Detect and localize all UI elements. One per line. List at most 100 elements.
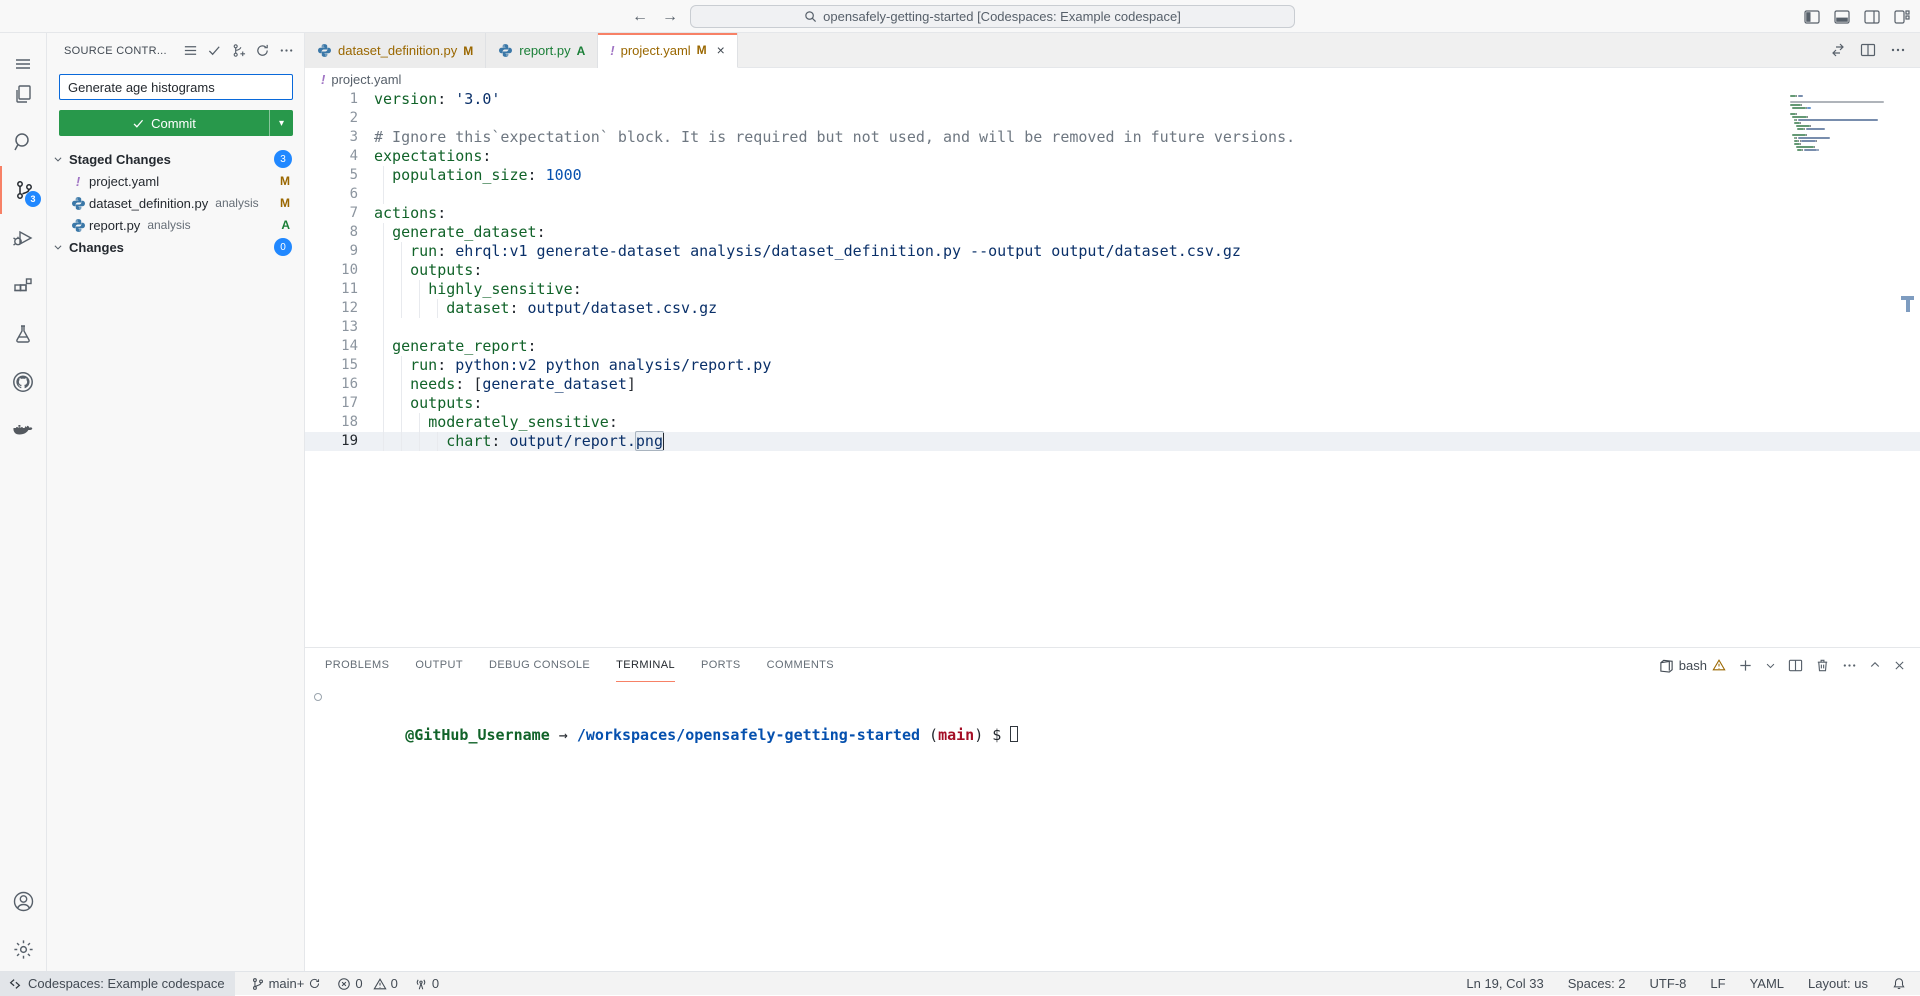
code-line[interactable]: 17 outputs: <box>305 394 1920 413</box>
code-line[interactable]: 18 moderately_sensitive: <box>305 413 1920 432</box>
commit-message-input[interactable] <box>59 74 293 100</box>
scm-file-row[interactable]: ! project.yaml M <box>47 170 304 192</box>
panel-tab-debug-console[interactable]: DEBUG CONSOLE <box>489 648 590 682</box>
code-line[interactable]: 1version: '3.0' <box>305 90 1920 109</box>
branch-status-item[interactable]: main+ <box>251 976 322 991</box>
open-changes-icon[interactable] <box>1830 42 1846 58</box>
terminal-toolbar: bash <box>1659 648 1906 682</box>
notifications-bell-icon[interactable] <box>1892 977 1906 991</box>
line-number: 14 <box>305 337 358 356</box>
language-mode-status-item[interactable]: YAML <box>1750 976 1784 991</box>
panel-tab-output[interactable]: OUTPUT <box>415 648 463 682</box>
breadcrumb[interactable]: ! project.yaml <box>305 68 1920 90</box>
cursor-position-status-item[interactable]: Ln 19, Col 33 <box>1466 976 1543 991</box>
scm-section-header[interactable]: Staged Changes 3 <box>47 148 304 170</box>
code-line[interactable]: 9 run: ehrql:v1 generate-dataset analysi… <box>305 242 1920 261</box>
code-line[interactable]: 4expectations: <box>305 147 1920 166</box>
code-line[interactable]: 7actions: <box>305 204 1920 223</box>
radio-tower-icon <box>414 977 428 991</box>
customize-layout-icon[interactable] <box>1894 9 1910 25</box>
close-panel-icon[interactable] <box>1893 659 1906 672</box>
commit-button[interactable]: Commit ▾ <box>59 110 293 136</box>
python-file-icon <box>498 43 513 58</box>
split-editor-icon[interactable] <box>1860 42 1876 58</box>
code-line[interactable]: 8 generate_dataset: <box>305 223 1920 242</box>
code-line[interactable]: 11 highly_sensitive: <box>305 280 1920 299</box>
line-content: # Ignore this`expectation` block. It is … <box>374 128 1295 147</box>
new-terminal-icon[interactable] <box>1738 658 1753 673</box>
remote-indicator[interactable]: Codespaces: Example codespace <box>0 972 235 996</box>
minimap[interactable] <box>1790 95 1896 152</box>
commit-dropdown-chevron[interactable]: ▾ <box>269 110 293 136</box>
command-center[interactable]: opensafely-getting-started [Codespaces: … <box>690 5 1295 28</box>
code-line[interactable]: 10 outputs: <box>305 261 1920 280</box>
back-icon[interactable]: ← <box>632 8 648 26</box>
extensions-icon[interactable] <box>0 262 46 310</box>
more-actions-icon[interactable] <box>1890 42 1906 58</box>
line-content: run: python:v2 python analysis/report.py <box>374 356 771 375</box>
line-content: moderately_sensitive: <box>374 413 618 432</box>
eol-status-item[interactable]: LF <box>1710 976 1725 991</box>
code-line[interactable]: 12 dataset: output/dataset.csv.gz <box>305 299 1920 318</box>
git-status-letter: M <box>280 174 290 188</box>
code-editor[interactable]: 1version: '3.0'23 # Ignore this`expectati… <box>305 90 1920 647</box>
account-icon[interactable] <box>0 877 46 925</box>
code-line[interactable]: 15 run: python:v2 python analysis/report… <box>305 356 1920 375</box>
kill-terminal-icon[interactable] <box>1815 658 1830 673</box>
scm-file-row[interactable]: dataset_definition.py analysis M <box>47 192 304 214</box>
problems-status-item[interactable]: 0 0 <box>337 976 397 991</box>
editor-tab[interactable]: dataset_definition.py M <box>305 33 486 68</box>
toggle-panel-icon[interactable] <box>1834 9 1850 25</box>
indentation-status-item[interactable]: Spaces: 2 <box>1568 976 1626 991</box>
panel-tab-terminal[interactable]: TERMINAL <box>616 648 675 682</box>
code-line[interactable]: 19 chart: output/report.png <box>305 432 1920 451</box>
split-terminal-icon[interactable] <box>1788 658 1803 673</box>
line-number: 4 <box>305 147 358 166</box>
code-line[interactable]: 5 population_size: 1000 <box>305 166 1920 185</box>
code-line[interactable]: 3 # Ignore this`expectation` block. It is… <box>305 128 1920 147</box>
encoding-status-item[interactable]: UTF-8 <box>1650 976 1687 991</box>
testing-icon[interactable] <box>0 310 46 358</box>
code-line[interactable]: 14 generate_report: <box>305 337 1920 356</box>
search-icon[interactable] <box>0 118 46 166</box>
editor-tab[interactable]: report.py A <box>486 33 598 68</box>
commit-check-icon[interactable] <box>207 43 222 58</box>
panel-tab-comments[interactable]: COMMENTS <box>767 648 834 682</box>
code-line[interactable]: 13 <box>305 318 1920 337</box>
more-actions-icon[interactable] <box>1842 658 1857 673</box>
maximize-panel-icon[interactable] <box>1869 659 1881 671</box>
editor-tab[interactable]: ! project.yaml M × <box>598 33 738 68</box>
error-count: 0 <box>355 976 362 991</box>
code-line[interactable]: 6 <box>305 185 1920 204</box>
toggle-secondary-sidebar-icon[interactable] <box>1864 9 1880 25</box>
close-tab-icon[interactable]: × <box>717 42 725 58</box>
run-debug-icon[interactable] <box>0 214 46 262</box>
forward-icon[interactable]: → <box>662 8 678 26</box>
source-control-icon[interactable]: 3 <box>0 166 46 214</box>
docker-icon[interactable] <box>0 406 46 454</box>
ports-count: 0 <box>432 976 439 991</box>
scm-section-header[interactable]: Changes 0 <box>47 236 304 258</box>
line-number: 3 <box>305 128 358 147</box>
launch-profile-chevron-icon[interactable] <box>1765 660 1776 671</box>
panel-tab-problems[interactable]: PROBLEMS <box>325 648 389 682</box>
code-line[interactable]: 2 <box>305 109 1920 128</box>
settings-gear-icon[interactable] <box>0 925 46 973</box>
branch-plus-icon[interactable] <box>231 43 246 58</box>
scm-file-row[interactable]: report.py analysis A <box>47 214 304 236</box>
terminal[interactable]: @GitHub_Username → /workspaces/opensafel… <box>305 688 1920 971</box>
panel-tab-ports[interactable]: PORTS <box>701 648 741 682</box>
github-icon[interactable] <box>0 358 46 406</box>
explorer-icon[interactable] <box>0 70 46 118</box>
refresh-icon[interactable] <box>255 43 270 58</box>
terminal-shell-selector[interactable]: bash <box>1659 658 1726 673</box>
check-icon <box>132 117 145 130</box>
more-actions-icon[interactable] <box>279 43 294 58</box>
line-content: actions: <box>374 204 446 223</box>
view-as-tree-icon[interactable] <box>183 43 198 58</box>
code-line[interactable]: 16 needs: [generate_dataset] <box>305 375 1920 394</box>
keyboard-layout-status-item[interactable]: Layout: us <box>1808 976 1868 991</box>
bottom-panel: PROBLEMS OUTPUT DEBUG CONSOLE TERMINAL PORTS… <box>305 647 1920 971</box>
ports-status-item[interactable]: 0 <box>414 976 439 991</box>
toggle-sidebar-icon[interactable] <box>1804 9 1820 25</box>
